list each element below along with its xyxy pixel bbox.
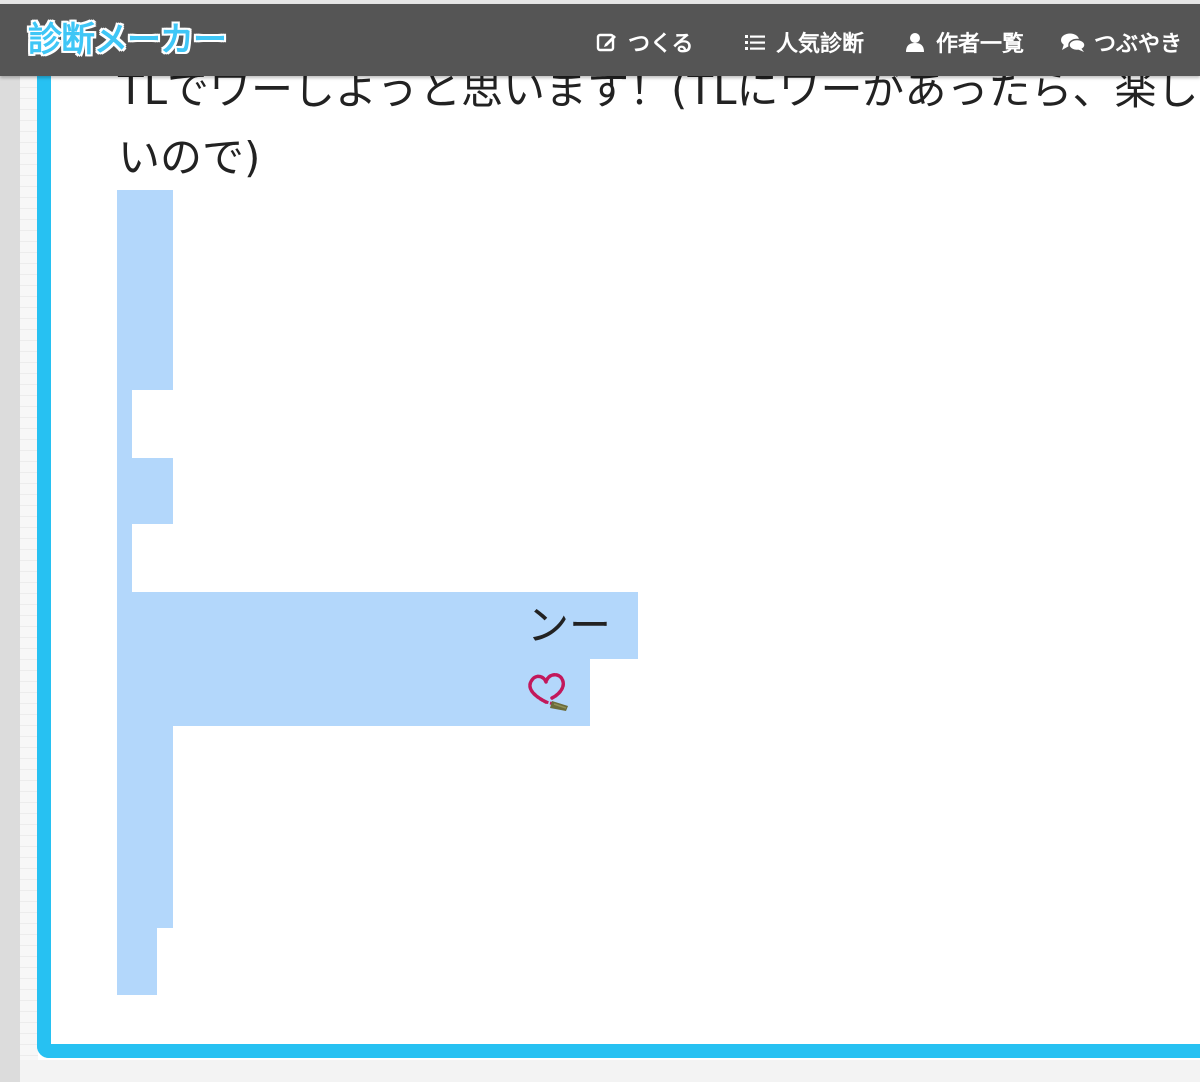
site-logo[interactable]: 診断メーカー [28,16,227,64]
nav-authors[interactable]: 作者一覧 [902,22,1024,62]
selection-highlight [117,390,132,458]
selection-highlight [117,190,173,390]
user-icon [902,29,928,55]
nav-authors-label: 作者一覧 [936,32,1025,57]
nav-create-label: つくる [628,32,694,57]
prayer-beads-icon [524,666,572,714]
nav-tweets-label: つぶやき [1094,32,1183,57]
nav-tweets[interactable]: つぶやき [1060,22,1182,62]
left-lined-margin [20,0,38,1082]
selected-text: ンー [527,601,612,650]
comments-icon [1060,29,1086,55]
nav-popular[interactable]: 人気診断 [742,22,864,62]
nav-create[interactable]: つくる [594,22,694,62]
page-bottom-strip [20,1060,1200,1082]
left-gutter [0,0,20,1082]
result-text: TLでワーしようと思います！(TLにワーがあったら、楽しいので) [118,65,1199,182]
selection-highlight [117,726,173,928]
list-icon [742,29,768,55]
selection-highlight [117,659,590,726]
selection-highlight [117,928,157,995]
selection-highlight [117,524,132,592]
selection-highlight [117,458,173,524]
site-header: 診断メーカー つくる 人気診断 作者一覧 つぶやき [0,4,1200,76]
edit-icon [594,29,620,55]
nav-popular-label: 人気診断 [776,32,865,57]
